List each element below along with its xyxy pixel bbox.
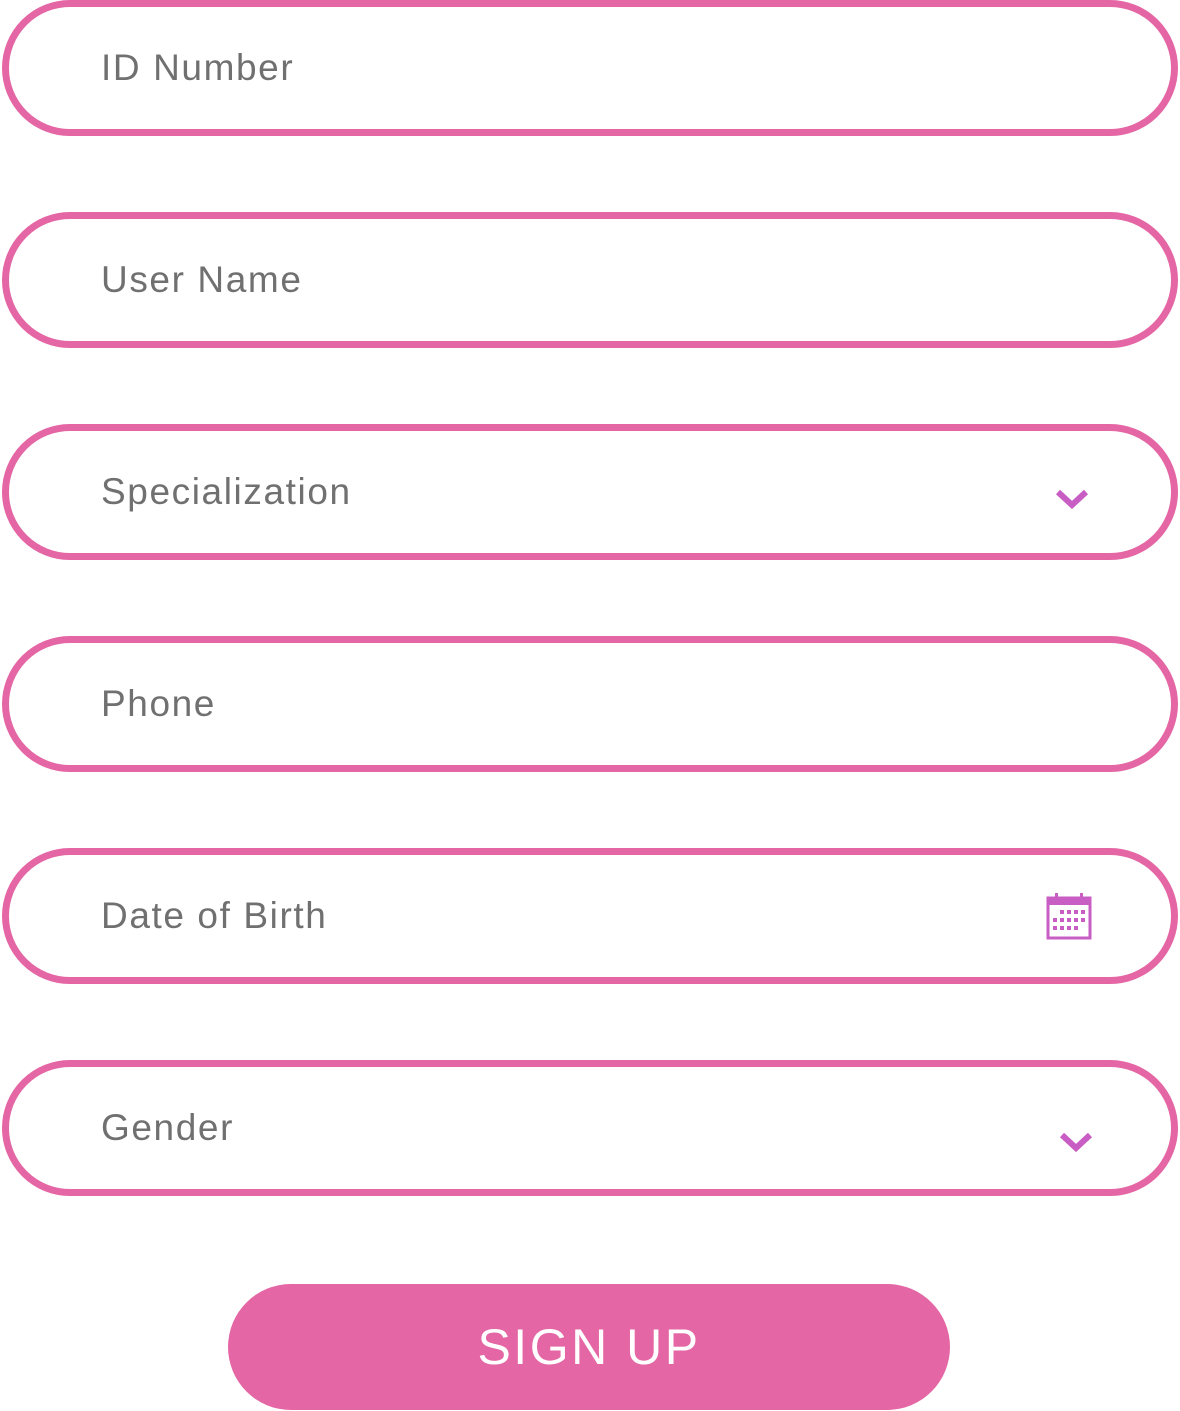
specialization-label: Specialization [101,471,352,512]
specialization-select[interactable]: Specialization [2,424,1178,560]
gender-label: Gender [101,1107,235,1148]
date-of-birth-input[interactable] [101,855,951,977]
calendar-icon[interactable] [1046,892,1092,940]
user-name-field[interactable] [2,212,1178,348]
chevron-down-icon[interactable] [1054,1120,1098,1164]
sign-up-button[interactable]: SIGN UP [228,1284,950,1410]
gender-select[interactable]: Gender [2,1060,1178,1196]
date-of-birth-field[interactable] [2,848,1178,984]
id-number-field[interactable] [2,0,1178,136]
id-number-input[interactable] [101,7,1001,129]
phone-field[interactable] [2,636,1178,772]
chevron-down-icon[interactable] [1050,477,1094,521]
user-name-input[interactable] [101,219,1001,341]
phone-input[interactable] [101,643,1001,765]
